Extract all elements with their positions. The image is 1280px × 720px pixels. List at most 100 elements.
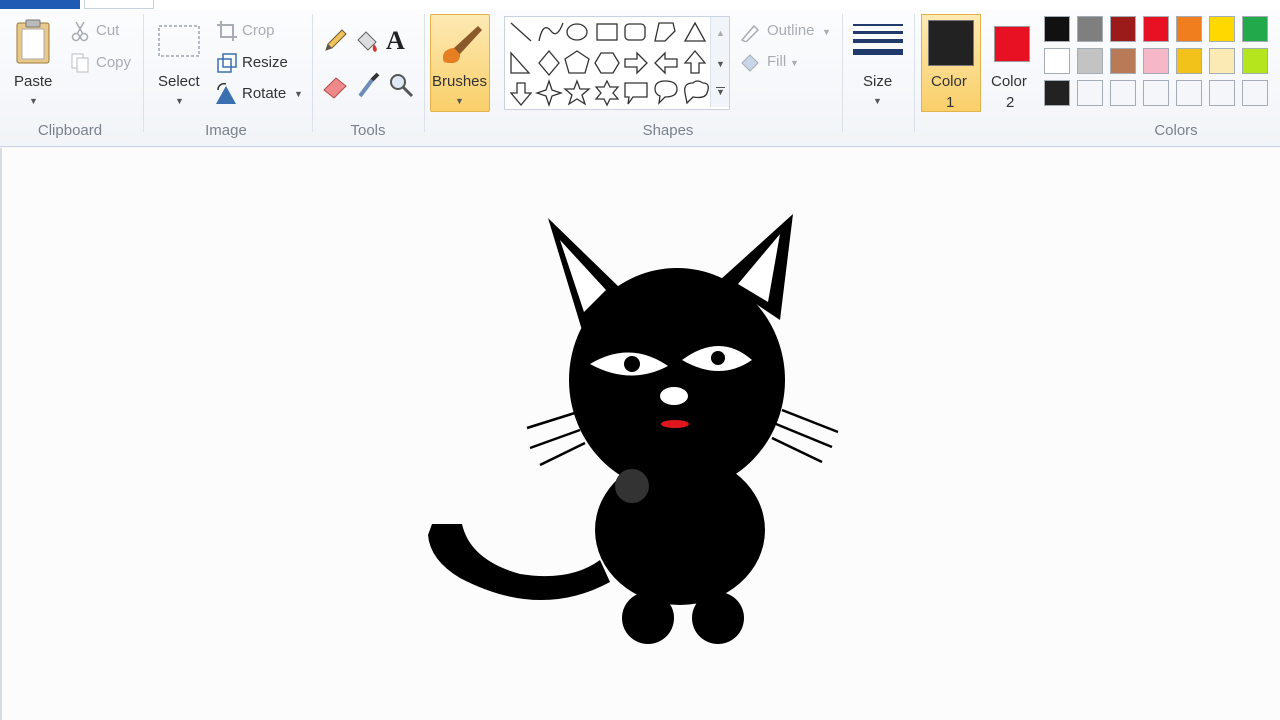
rect-callout-shape-icon [624,82,648,105]
shapes-gallery[interactable] [504,16,730,110]
tab-home[interactable] [84,0,154,9]
shapes-group-label: Shapes [642,122,694,139]
palette-swatch[interactable] [1143,80,1169,106]
shape-icons[interactable] [505,17,729,109]
paste-button[interactable]: Paste [14,73,52,90]
palette-swatch[interactable] [1209,48,1235,74]
copy-icon [71,53,89,73]
rotate-button[interactable]: Rotate [242,85,286,102]
fill-dropdown-icon[interactable]: ▼ [790,58,799,68]
outline-button[interactable]: Outline [767,22,815,39]
up-arrow-shape-icon [683,49,707,74]
palette-swatch[interactable] [1242,16,1268,42]
brushes-label: Brushes [432,73,488,90]
triangle-shape-icon [683,21,707,42]
separator [914,14,915,132]
color-palette[interactable] [1044,16,1280,116]
rounded-rectangle-shape-icon [624,23,646,41]
palette-swatch[interactable] [1242,48,1268,74]
size-dropdown-icon[interactable]: ▼ [873,96,882,106]
crop-icon [217,21,237,41]
color2-swatch[interactable] [994,26,1030,62]
six-point-star-shape-icon [594,79,620,107]
hexagon-shape-icon [594,52,620,74]
pencil-icon[interactable] [320,26,350,56]
file-tab[interactable] [0,0,80,9]
brush-icon [443,26,482,63]
palette-swatch[interactable] [1209,16,1235,42]
palette-swatch[interactable] [1143,16,1169,42]
resize-icon [217,53,237,73]
copy-button[interactable]: Copy [96,54,131,71]
cloud-callout-shape-icon [684,80,709,105]
tab-strip [0,0,1280,10]
fill-bucket-icon[interactable] [352,26,382,56]
right-arrow-shape-icon [624,51,648,75]
palette-swatch[interactable] [1176,80,1202,106]
line-shape-icon [510,22,532,42]
drawing-canvas[interactable] [0,148,1280,720]
diamond-shape-icon [538,49,560,77]
color2-number: 2 [1006,94,1015,111]
cut-button[interactable]: Cut [96,22,119,39]
resize-button[interactable]: Resize [242,54,288,71]
five-point-star-shape-icon [563,79,591,106]
palette-swatch[interactable] [1176,16,1202,42]
outline-icon [740,24,760,42]
palette-swatch[interactable] [1110,48,1136,74]
oval-callout-shape-icon [654,80,678,105]
shapes-scroll-up-icon[interactable]: ▲ [716,28,725,38]
select-icon[interactable] [157,24,201,58]
paste-dropdown-icon[interactable]: ▼ [29,96,38,106]
size-button[interactable]: Size [863,73,892,90]
oval-shape-icon [566,23,588,41]
palette-swatch[interactable] [1209,80,1235,106]
fill-icon [741,54,759,72]
color1-number: 1 [946,94,955,111]
color-picker-icon[interactable] [354,70,384,100]
eraser-icon[interactable] [320,70,350,100]
rectangle-shape-icon [596,23,618,41]
magnifier-icon[interactable] [386,70,416,100]
pentagon-shape-icon [564,50,590,74]
outline-dropdown-icon[interactable]: ▼ [822,27,831,37]
image-group-label: Image [205,122,247,139]
palette-swatch[interactable] [1110,80,1136,106]
color1-swatch [928,20,974,66]
palette-swatch[interactable] [1143,48,1169,74]
right-triangle-shape-icon [510,51,531,74]
cat-drawing [428,214,839,644]
text-tool-icon[interactable]: A [386,26,405,56]
palette-swatch[interactable] [1110,16,1136,42]
brushes-dropdown-icon[interactable]: ▼ [455,96,464,106]
rotate-dropdown-icon[interactable]: ▼ [294,89,303,99]
left-arrow-shape-icon [654,51,678,75]
tools-group-label: Tools [350,122,386,139]
size-icon[interactable] [852,22,904,62]
ribbon: Paste ▼ Cut Copy Clipboard Select ▼ Crop… [0,0,1280,147]
palette-swatch[interactable] [1044,48,1070,74]
palette-swatch[interactable] [1077,48,1103,74]
paste-icon[interactable] [14,18,54,66]
rotate-icon [216,82,236,104]
fill-button[interactable]: Fill [767,53,786,70]
crop-button[interactable]: Crop [242,22,275,39]
shapes-more-icon[interactable]: ▼ [716,87,725,97]
down-arrow-shape-icon [509,82,533,107]
palette-swatch[interactable] [1077,80,1103,106]
colors-group-label: Colors [1154,122,1198,139]
palette-swatch[interactable] [1242,80,1268,106]
color1-label: Color [931,73,967,90]
color2-label: Color [991,73,1027,90]
select-button[interactable]: Select [158,73,200,90]
separator [842,14,843,132]
palette-swatch[interactable] [1044,16,1070,42]
select-dropdown-icon[interactable]: ▼ [175,96,184,106]
shapes-scroll-down-icon[interactable]: ▼ [716,59,725,69]
palette-swatch[interactable] [1044,80,1070,106]
four-point-star-shape-icon [534,78,564,108]
separator [143,14,144,132]
palette-swatch[interactable] [1176,48,1202,74]
separator [424,14,425,132]
palette-swatch[interactable] [1077,16,1103,42]
